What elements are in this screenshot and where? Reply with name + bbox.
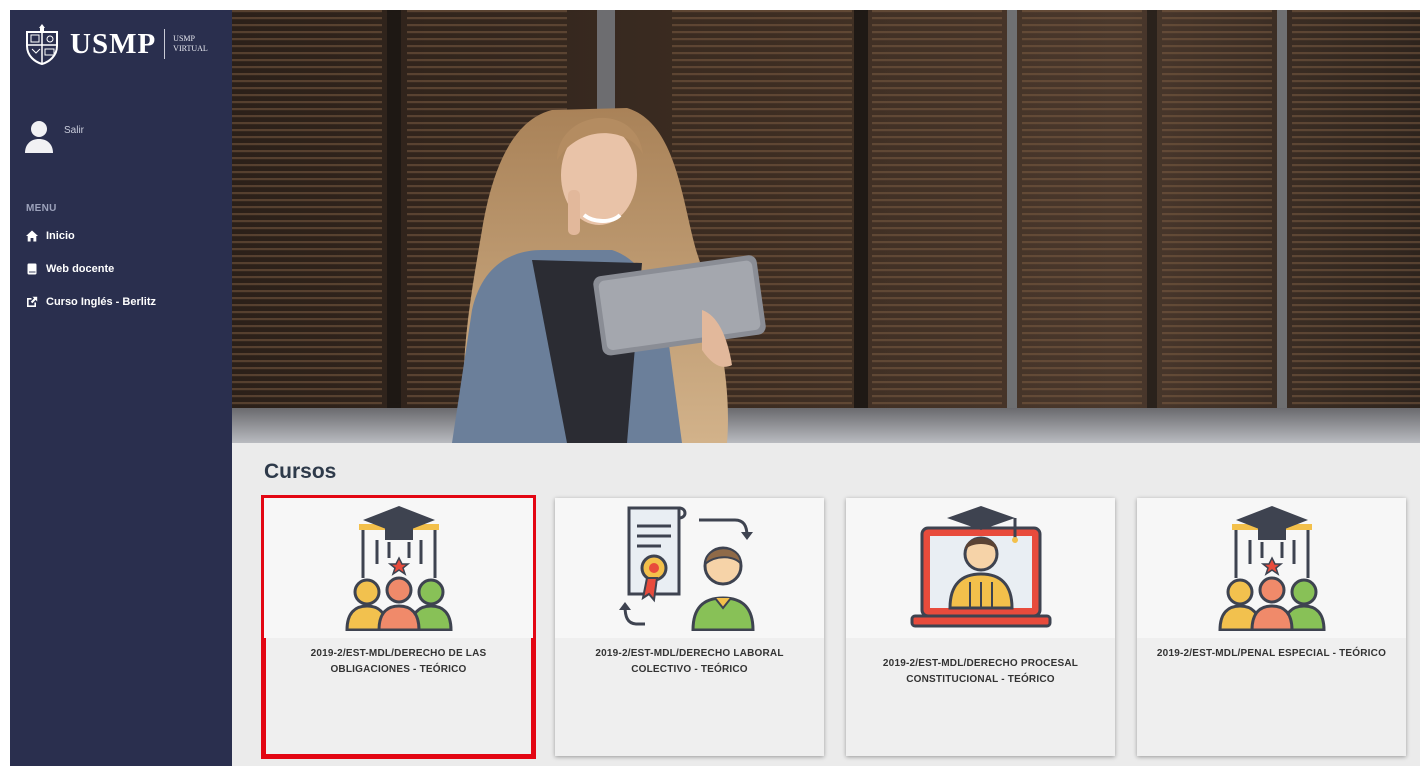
external-link-icon xyxy=(27,296,38,307)
brand-name: USMP xyxy=(70,27,157,60)
course-title: 2019-2/EST-MDL/DERECHO LABORAL COLECTIVO… xyxy=(595,648,784,675)
home-icon xyxy=(26,230,38,242)
course-image xyxy=(555,498,824,638)
sidebar-item-curso-ingles-berlitz[interactable]: Curso Inglés - Berlitz xyxy=(26,294,156,310)
sidebar-item-inicio[interactable]: Inicio xyxy=(26,228,156,244)
course-card[interactable]: 2019-2/EST-MDL/DERECHO LABORAL COLECTIVO… xyxy=(555,498,824,756)
course-title: 2019-2/EST-MDL/PENAL ESPECIAL - TEÓRICO xyxy=(1156,648,1387,659)
course-title: 2019-2/EST-MDL/DERECHO PROCESAL CONSTITU… xyxy=(882,658,1079,685)
sidebar-item-label: Inicio xyxy=(46,230,75,242)
sidebar-item-label: Web docente xyxy=(46,263,115,275)
usmp-logo[interactable]: USMP USMP VIRTUAL xyxy=(22,22,208,66)
menu-heading: MENU xyxy=(26,203,57,214)
course-title: 2019-2/EST-MDL/DERECHO DE LAS OBLIGACION… xyxy=(310,648,487,675)
brand-subtitle-line-1: USMP xyxy=(173,34,195,43)
course-card[interactable]: 2019-2/EST-MDL/DERECHO PROCESAL CONSTITU… xyxy=(846,498,1115,756)
app-frame: USMP USMP VIRTUAL Salir MENU Inicio Web … xyxy=(10,10,1420,766)
university-crest-icon xyxy=(26,24,58,65)
sidebar: USMP USMP VIRTUAL Salir MENU Inicio Web … xyxy=(10,10,232,766)
hero-illustration xyxy=(232,10,1420,443)
section-title-cursos: Cursos xyxy=(264,460,337,483)
brand-subtitle-line-2: VIRTUAL xyxy=(173,44,208,53)
book-icon xyxy=(27,263,37,275)
course-image xyxy=(1137,498,1406,638)
hero-banner-image xyxy=(232,10,1420,443)
online-graduate-icon xyxy=(910,506,1051,628)
brand-subtitle: USMP VIRTUAL xyxy=(173,34,208,54)
certificate-person-icon xyxy=(618,506,755,631)
sidebar-menu: Inicio Web docente Curso Inglés - Berlit… xyxy=(26,228,156,327)
user-panel: Salir xyxy=(24,120,84,154)
user-avatar-icon xyxy=(25,121,53,153)
sidebar-item-web-docente[interactable]: Web docente xyxy=(26,261,156,277)
course-card[interactable]: 2019-2/EST-MDL/DERECHO DE LAS OBLIGACION… xyxy=(261,495,536,759)
sidebar-item-label: Curso Inglés - Berlitz xyxy=(46,296,157,308)
course-card[interactable]: 2019-2/EST-MDL/PENAL ESPECIAL - TEÓRICO xyxy=(1137,498,1406,756)
course-image xyxy=(264,498,533,638)
logo-divider xyxy=(164,29,166,59)
graduation-group-icon xyxy=(1217,506,1326,631)
course-image xyxy=(846,498,1115,638)
graduation-group-icon xyxy=(344,506,453,631)
logout-link[interactable]: Salir xyxy=(64,125,84,136)
